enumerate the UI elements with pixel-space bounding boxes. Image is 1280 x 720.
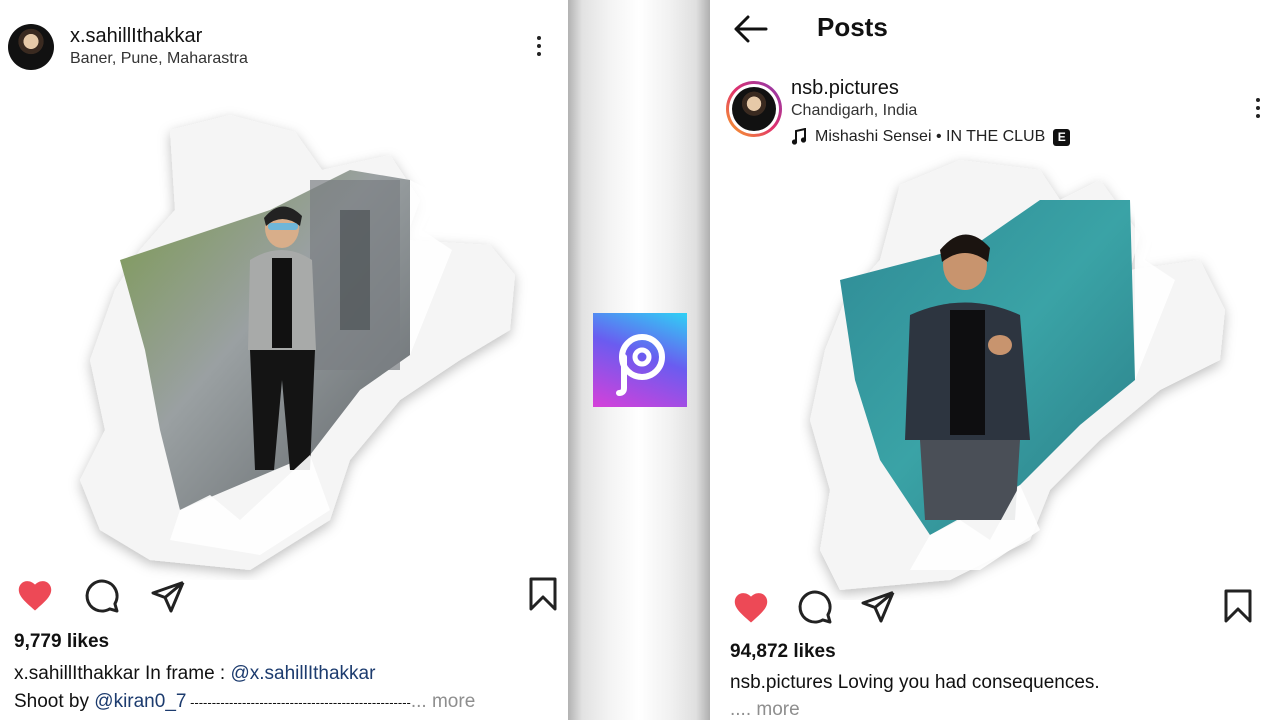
post-username[interactable]: nsb.pictures xyxy=(791,77,899,100)
more-options-icon[interactable] xyxy=(535,34,543,60)
caption-text: In frame : xyxy=(139,663,231,684)
page-title: Posts xyxy=(817,12,888,42)
caption-username[interactable]: nsb.pictures xyxy=(730,672,832,693)
caption-line2-mention[interactable]: @kiran0_7 xyxy=(94,691,186,712)
caption-text: Loving you had consequences. xyxy=(832,672,1100,693)
comment-icon[interactable] xyxy=(84,578,120,614)
post-location[interactable]: Chandigarh, India xyxy=(791,102,917,120)
post-location[interactable]: Baner, Pune, Maharastra xyxy=(70,50,248,68)
heart-icon[interactable] xyxy=(732,590,770,624)
picsart-logo xyxy=(593,313,687,407)
caption-username[interactable]: x.sahillIthakkar xyxy=(14,663,140,684)
comment-icon[interactable] xyxy=(797,589,833,625)
caption-line2-prefix: Shoot by xyxy=(14,691,95,712)
likes-count[interactable]: 9,779 likes xyxy=(14,631,109,653)
caption: x.sahillIthakkar In frame : @x.sahillIth… xyxy=(14,663,375,685)
avatar[interactable] xyxy=(8,24,54,70)
share-icon[interactable] xyxy=(860,588,896,624)
post-photo[interactable] xyxy=(60,100,540,580)
avatar xyxy=(732,87,776,131)
caption-line-2: Shoot by @kiran0_7 ---------------------… xyxy=(14,691,475,713)
post-photo[interactable] xyxy=(800,140,1240,600)
caption: nsb.pictures Loving you had consequences… xyxy=(730,672,1100,694)
caption-line2-dashes: ----------------------------------------… xyxy=(186,695,411,710)
right-post: Posts nsb.pictures Chandigarh, India Mis… xyxy=(710,0,1280,720)
more-options-icon[interactable] xyxy=(1254,96,1262,122)
likes-count[interactable]: 94,872 likes xyxy=(730,641,836,663)
caption-mention[interactable]: @x.sahillIthakkar xyxy=(230,663,375,684)
bookmark-icon[interactable] xyxy=(1222,588,1254,624)
bookmark-icon[interactable] xyxy=(527,576,559,612)
avatar-ring[interactable] xyxy=(726,81,782,137)
back-arrow-icon[interactable] xyxy=(732,14,770,44)
share-icon[interactable] xyxy=(150,578,186,614)
more-link[interactable]: .... more xyxy=(730,699,800,720)
post-username[interactable]: x.sahillIthakkar xyxy=(70,25,202,48)
heart-icon[interactable] xyxy=(16,578,54,612)
left-post: x.sahillIthakkar Baner, Pune, Maharastra xyxy=(0,0,568,720)
more-link[interactable]: ... more xyxy=(411,691,475,712)
